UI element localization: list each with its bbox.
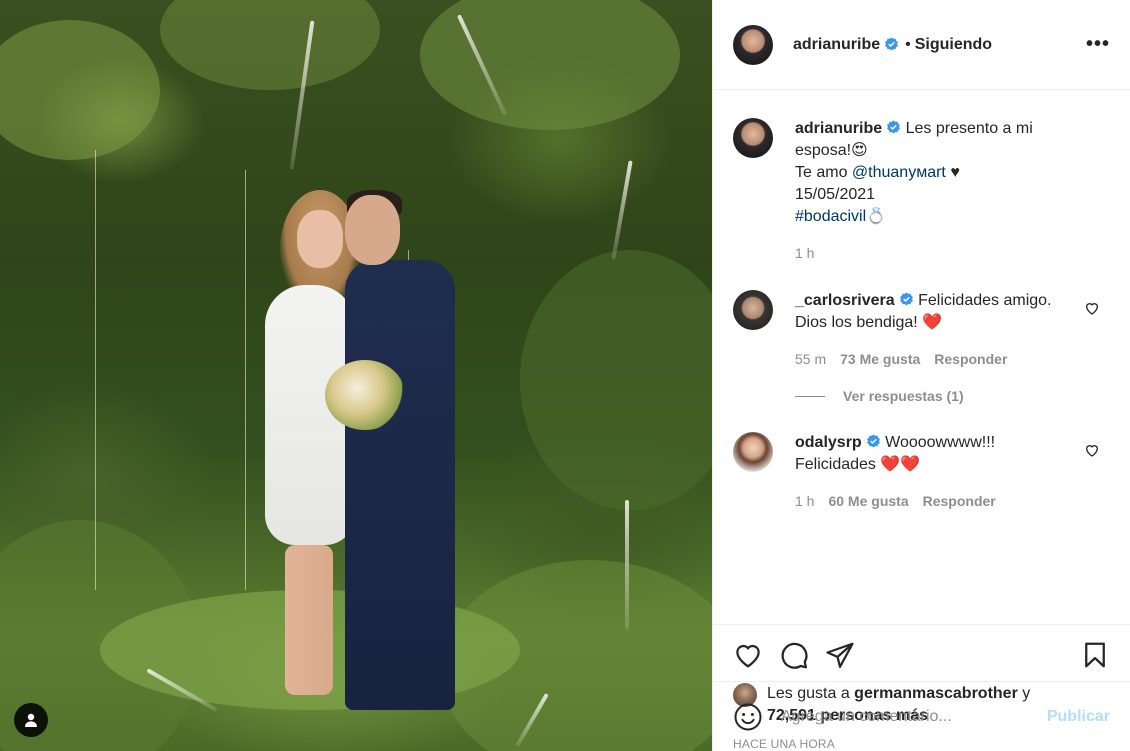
heart-icon[interactable] xyxy=(733,640,763,670)
groom-head xyxy=(345,195,400,265)
comment-item: _carlosrivera Felicidades amigo. Dios lo… xyxy=(733,290,1110,370)
post-side-panel: adrianuribe • Siguiendo ••• adrianuribe … xyxy=(712,0,1130,751)
username-link[interactable]: _carlosrivera xyxy=(795,292,895,309)
foliage xyxy=(520,250,712,510)
avatar[interactable] xyxy=(733,290,773,330)
instagram-post: adrianuribe • Siguiendo ••• adrianuribe … xyxy=(0,0,1130,751)
reply-button[interactable]: Responder xyxy=(923,490,996,512)
share-icon[interactable] xyxy=(825,640,855,670)
more-options-icon[interactable]: ••• xyxy=(1086,33,1110,56)
like-comment-heart-icon[interactable] xyxy=(1084,442,1100,458)
fairy-lights xyxy=(95,150,96,590)
comments-section: adrianuribe Les presento a mi esposa!😍 T… xyxy=(713,90,1130,624)
caption: adrianuribe Les presento a mi esposa!😍 T… xyxy=(733,118,1110,264)
couple xyxy=(245,190,475,730)
white-flower xyxy=(611,160,633,260)
comment-text: odalysrp Wooooww​ww!!! Felicidades ❤️❤️ xyxy=(795,432,1065,476)
username-link[interactable]: odalysrp xyxy=(795,434,862,451)
verified-badge-icon xyxy=(885,37,899,51)
smiley-icon[interactable] xyxy=(733,702,763,732)
caption-line2-prefix: Te amo xyxy=(795,164,852,181)
comment-body: _carlosrivera Felicidades amigo. Dios lo… xyxy=(795,290,1065,370)
username-link[interactable]: adrianuribe xyxy=(793,36,880,54)
caption-date: 15/05/2021 xyxy=(795,186,876,203)
groom-suit xyxy=(345,260,455,710)
separator: • xyxy=(905,35,911,53)
timestamp[interactable]: 1 h xyxy=(795,490,814,512)
caption-line2-suffix: ♥ xyxy=(945,164,960,181)
bookmark-icon[interactable] xyxy=(1080,640,1110,670)
header-user: adrianuribe • Siguiendo xyxy=(793,36,992,54)
foliage xyxy=(160,0,380,90)
avatar[interactable] xyxy=(733,118,773,158)
caption-body: adrianuribe Les presento a mi esposa!😍 T… xyxy=(795,118,1065,264)
comment-icon[interactable] xyxy=(779,640,809,670)
add-comment-bar: Publicar xyxy=(713,681,1130,751)
mention-link[interactable]: @thuanyмart xyxy=(852,164,946,181)
reply-button[interactable]: Responder xyxy=(934,348,1007,370)
following-button[interactable]: Siguiendo xyxy=(915,36,992,54)
replies-divider xyxy=(795,395,825,397)
white-flower xyxy=(625,500,629,630)
bride-face xyxy=(297,210,343,268)
username-link[interactable]: adrianuribe xyxy=(795,120,882,137)
likes-count[interactable]: 60 Me gusta xyxy=(828,490,908,512)
verified-badge-icon xyxy=(899,292,913,306)
user-tag-icon[interactable] xyxy=(14,703,48,737)
verified-badge-icon xyxy=(887,120,901,134)
comment-item: odalysrp Wooooww​ww!!! Felicidades ❤️❤️ … xyxy=(733,432,1110,512)
verified-badge-icon xyxy=(866,434,880,448)
bouquet xyxy=(325,360,405,430)
bride-legs xyxy=(285,545,333,695)
timestamp[interactable]: 1 h xyxy=(795,242,814,264)
likes-count[interactable]: 73 Me gusta xyxy=(840,348,920,370)
publish-button[interactable]: Publicar xyxy=(1047,708,1110,726)
timestamp[interactable]: 55 m xyxy=(795,348,826,370)
comment-meta: 1 h 60 Me gusta Responder xyxy=(795,490,1065,512)
caption-text: adrianuribe Les presento a mi esposa!😍 T… xyxy=(795,118,1065,228)
like-comment-heart-icon[interactable] xyxy=(1084,300,1100,316)
view-replies-label: Ver respuestas (1) xyxy=(843,388,964,404)
action-icons xyxy=(733,637,1110,673)
comment-body: odalysrp Wooooww​ww!!! Felicidades ❤️❤️ … xyxy=(795,432,1065,512)
avatar[interactable] xyxy=(733,432,773,472)
foliage xyxy=(0,20,160,160)
comment-input[interactable] xyxy=(781,707,1047,726)
post-photo[interactable] xyxy=(0,0,712,751)
avatar[interactable] xyxy=(733,24,773,65)
post-header: adrianuribe • Siguiendo ••• xyxy=(713,0,1130,90)
comment-meta: 55 m 73 Me gusta Responder xyxy=(795,348,1065,370)
hashtag-link[interactable]: #bodacivil xyxy=(795,208,866,225)
caption-meta: 1 h xyxy=(795,242,1065,264)
view-replies-button[interactable]: Ver respuestas (1) xyxy=(795,388,1110,404)
ring-emoji: 💍 xyxy=(866,208,887,225)
comment-text: _carlosrivera Felicidades amigo. Dios lo… xyxy=(795,290,1065,334)
